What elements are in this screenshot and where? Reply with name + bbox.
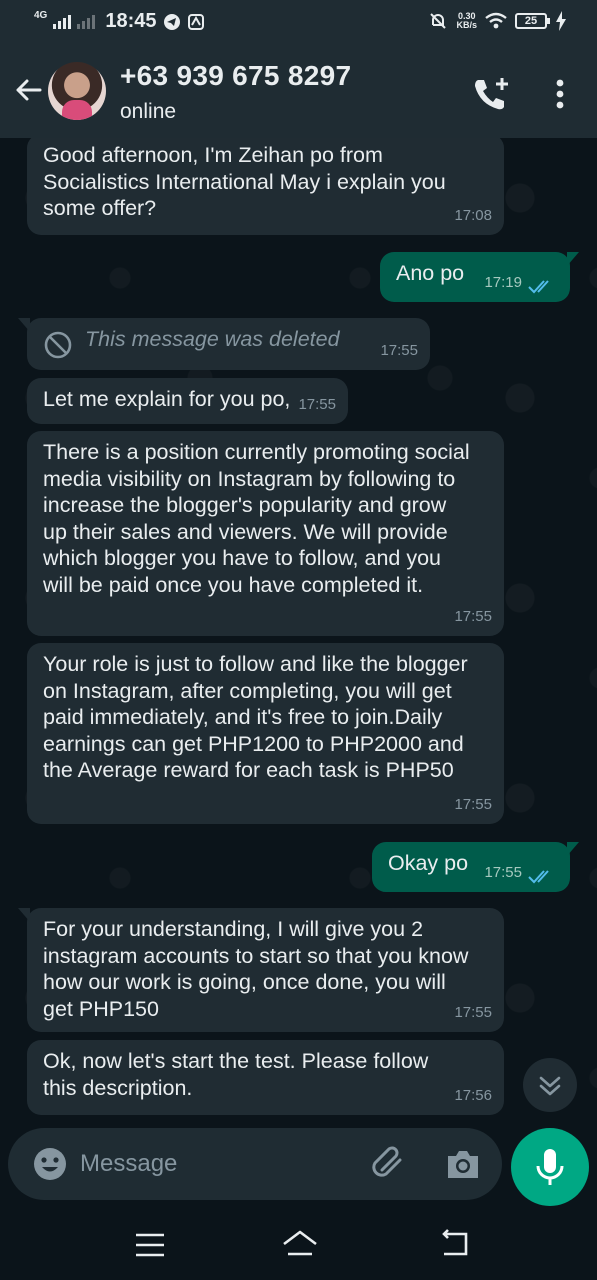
message-bubble[interactable]: Your role is just to follow and like the… xyxy=(27,643,504,824)
message-text: Your role is just to follow and like the… xyxy=(43,652,468,782)
deleted-message-bubble[interactable]: This message was deleted 17:55 xyxy=(18,318,430,370)
message-bubble[interactable]: There is a position currently promoting … xyxy=(27,431,504,636)
add-call-icon[interactable] xyxy=(472,76,512,112)
message-text: For your understanding, I will give you … xyxy=(43,917,469,1021)
nav-back-icon[interactable] xyxy=(438,1228,472,1260)
message-text: Good afternoon, I'm Zeihan po from Socia… xyxy=(43,143,446,220)
attach-icon[interactable] xyxy=(368,1144,408,1184)
clock: 18:45 xyxy=(105,10,157,32)
message-input-box[interactable]: Message xyxy=(8,1128,502,1200)
more-options-icon[interactable] xyxy=(548,76,572,112)
battery-icon: 25 xyxy=(515,13,550,29)
chevron-down-icon xyxy=(539,1076,561,1096)
message-time: 17:55 xyxy=(454,1003,492,1021)
back-arrow-icon[interactable] xyxy=(12,74,44,106)
status-right: 0.30 KB/s 25 xyxy=(428,11,567,31)
message-bubble-outgoing[interactable]: Ano po 17:19 xyxy=(380,252,579,302)
message-time: 17:19 xyxy=(484,273,522,291)
message-bubble-outgoing[interactable]: Okay po 17:55 xyxy=(372,842,579,892)
message-time: 17:55 xyxy=(484,863,522,881)
message-bubble[interactable]: Let me explain for you po, 17:55 xyxy=(27,378,348,424)
avatar[interactable] xyxy=(48,62,106,120)
signal-icon xyxy=(53,14,72,29)
voice-message-button[interactable] xyxy=(511,1128,589,1206)
status-left: 4G 18:45 xyxy=(34,10,205,33)
contact-status: online xyxy=(120,100,177,123)
telegram-icon xyxy=(163,13,180,30)
message-time: 17:55 xyxy=(454,795,492,813)
deleted-message-text: This message was deleted xyxy=(85,327,340,351)
message-time: 17:08 xyxy=(454,206,492,224)
chat-area[interactable]: Good afternoon, I'm Zeihan po from Socia… xyxy=(0,138,597,1128)
deleted-message-icon xyxy=(44,331,72,359)
network-type: 4G xyxy=(34,10,48,21)
message-input[interactable]: Message xyxy=(80,1150,177,1178)
status-bar: 4G 18:45 0.30 KB/s 25 xyxy=(0,0,597,46)
message-time: 17:56 xyxy=(454,1086,492,1104)
app-notification-icon xyxy=(187,13,204,30)
emoji-icon[interactable] xyxy=(32,1146,68,1182)
system-nav-bar xyxy=(0,1210,597,1280)
speed-unit: KB/s xyxy=(456,20,477,30)
scroll-to-bottom-button[interactable] xyxy=(523,1058,577,1112)
message-text: There is a position currently promoting … xyxy=(43,440,470,597)
network-speed: 0.30 KB/s xyxy=(456,12,477,30)
contact-name[interactable]: +63 939 675 8297 xyxy=(120,60,351,92)
microphone-icon xyxy=(536,1149,564,1185)
message-bubble[interactable]: Ok, now let's start the test. Please fol… xyxy=(27,1040,504,1115)
double-check-icon xyxy=(528,870,549,884)
camera-icon[interactable] xyxy=(444,1146,482,1182)
message-bubble[interactable]: Good afternoon, I'm Zeihan po from Socia… xyxy=(27,138,504,235)
double-check-icon xyxy=(528,280,549,294)
chat-header: +63 939 675 8297 online xyxy=(0,46,597,138)
message-text: Ok, now let's start the test. Please fol… xyxy=(43,1049,429,1100)
message-time: 17:55 xyxy=(298,395,336,413)
message-time: 17:55 xyxy=(380,341,418,359)
recent-apps-icon[interactable] xyxy=(134,1232,166,1258)
signal-2-icon xyxy=(77,14,96,29)
message-text: Let me explain for you po, xyxy=(43,387,291,411)
wifi-icon xyxy=(485,12,507,29)
composer-bar: Message xyxy=(0,1128,597,1210)
home-icon[interactable] xyxy=(280,1226,320,1260)
charging-icon xyxy=(556,11,566,31)
message-bubble[interactable]: For your understanding, I will give you … xyxy=(18,908,504,1032)
message-time: 17:55 xyxy=(454,607,492,625)
mute-bell-icon xyxy=(430,13,447,29)
